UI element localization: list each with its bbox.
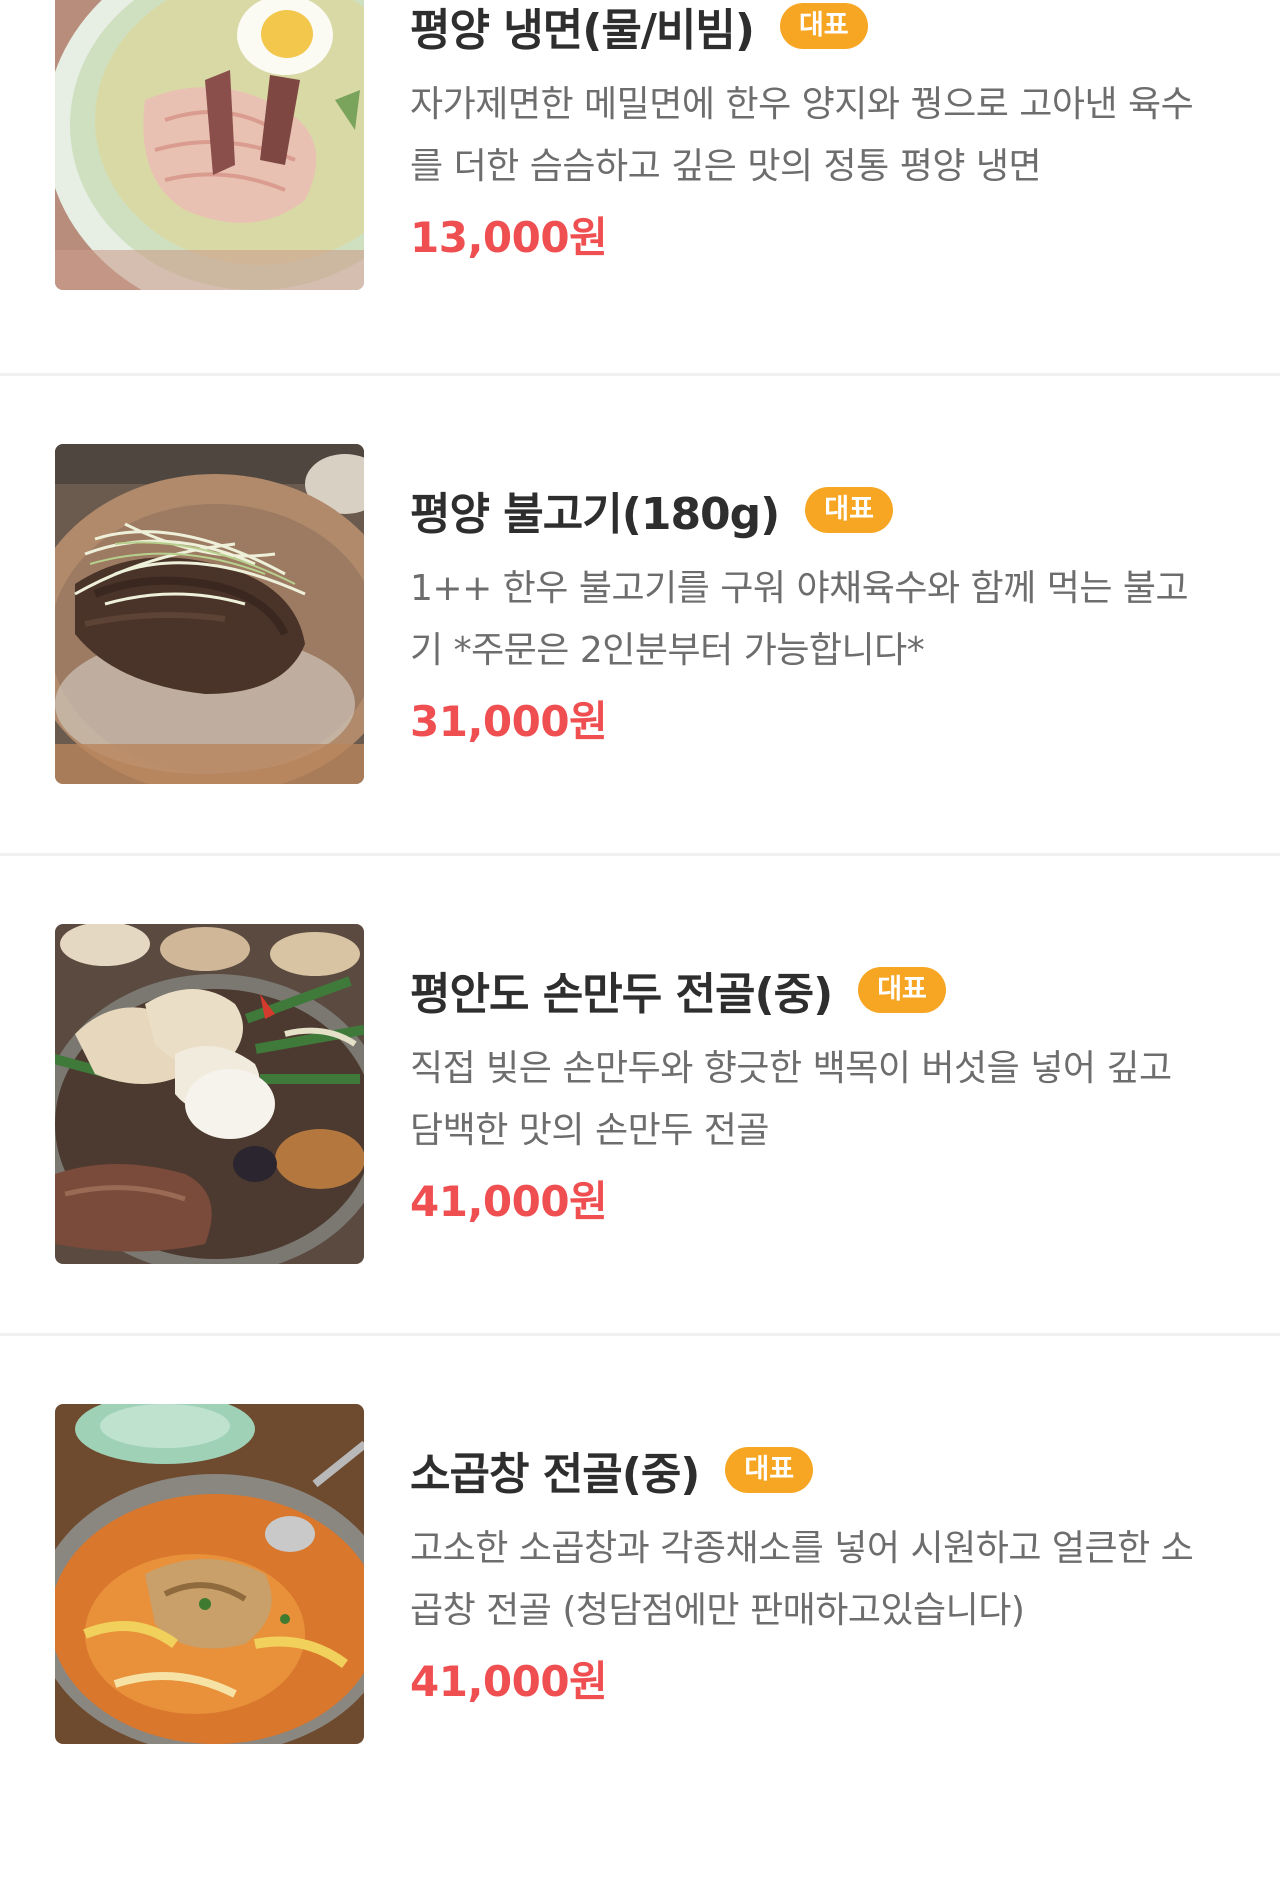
title-row: 소곱창 전골(중) 대표: [410, 1440, 1230, 1500]
gopchang-hotpot-photo[interactable]: [55, 1404, 364, 1744]
item-name[interactable]: 평양 불고기(180g): [410, 478, 780, 542]
item-description: 1++ 한우 불고기를 구워 야채육수와 함께 먹는 불고기 *주문은 2인분부…: [410, 568, 1189, 671]
item-name[interactable]: 평안도 손만두 전골(중): [410, 958, 833, 1022]
signature-badge: 대표: [858, 967, 946, 1013]
menu-item[interactable]: 소곱창 전골(중) 대표 고소한 소곱창과 각종채소를 넣어 시원하고 얼큰한 …: [0, 1404, 1280, 1884]
item-info: 소곱창 전골(중) 대표 고소한 소곱창과 각종채소를 넣어 시원하고 얼큰한 …: [410, 1440, 1230, 1709]
item-name[interactable]: 평양 냉면(물/비빔): [410, 0, 755, 58]
item-description: 직접 빚은 손만두와 향긋한 백목이 버섯을 넣어 깊고 담백한 맛의 손만두 …: [410, 1048, 1172, 1151]
bulgogi-photo[interactable]: [55, 444, 364, 784]
item-info: 평양 불고기(180g) 대표 1++ 한우 불고기를 구워 야채육수와 함께 …: [410, 480, 1230, 749]
title-row: 평양 냉면(물/비빔) 대표: [410, 0, 1230, 56]
menu-item[interactable]: 평안도 손만두 전골(중) 대표 직접 빚은 손만두와 향긋한 백목이 버섯을 …: [0, 924, 1280, 1404]
menu-list: 평양 냉면(물/비빔) 대표 자가제면한 메밀면에 한우 양지와 꿩으로 고아낸…: [0, 0, 1280, 1744]
item-name[interactable]: 소곱창 전골(중): [410, 1438, 700, 1502]
item-description: 고소한 소곱창과 각종채소를 넣어 시원하고 얼큰한 소곱창 전골 (청담점에만…: [410, 1528, 1194, 1631]
menu-item[interactable]: 평양 냉면(물/비빔) 대표 자가제면한 메밀면에 한우 양지와 꿩으로 고아낸…: [0, 0, 1280, 460]
item-price: 41,000원: [410, 1657, 608, 1706]
item-info: 평안도 손만두 전골(중) 대표 직접 빚은 손만두와 향긋한 백목이 버섯을 …: [410, 960, 1230, 1229]
signature-badge: 대표: [805, 487, 893, 533]
title-row: 평안도 손만두 전골(중) 대표: [410, 960, 1230, 1020]
divider: [0, 373, 1280, 376]
divider: [0, 1333, 1280, 1336]
item-description: 자가제면한 메밀면에 한우 양지와 꿩으로 고아낸 육수를 더한 슴슴하고 깊은…: [410, 84, 1194, 187]
item-price: 13,000원: [410, 213, 608, 262]
menu-item[interactable]: 평양 불고기(180g) 대표 1++ 한우 불고기를 구워 야채육수와 함께 …: [0, 444, 1280, 924]
divider: [0, 853, 1280, 856]
item-info: 평양 냉면(물/비빔) 대표 자가제면한 메밀면에 한우 양지와 꿩으로 고아낸…: [410, 0, 1230, 265]
item-price: 31,000원: [410, 697, 608, 746]
title-row: 평양 불고기(180g) 대표: [410, 480, 1230, 540]
naengmyeon-photo[interactable]: [55, 0, 364, 290]
signature-badge: 대표: [725, 1447, 814, 1493]
signature-badge: 대표: [779, 3, 868, 49]
item-price: 41,000원: [410, 1177, 608, 1226]
dumpling-hotpot-photo[interactable]: [55, 924, 364, 1264]
